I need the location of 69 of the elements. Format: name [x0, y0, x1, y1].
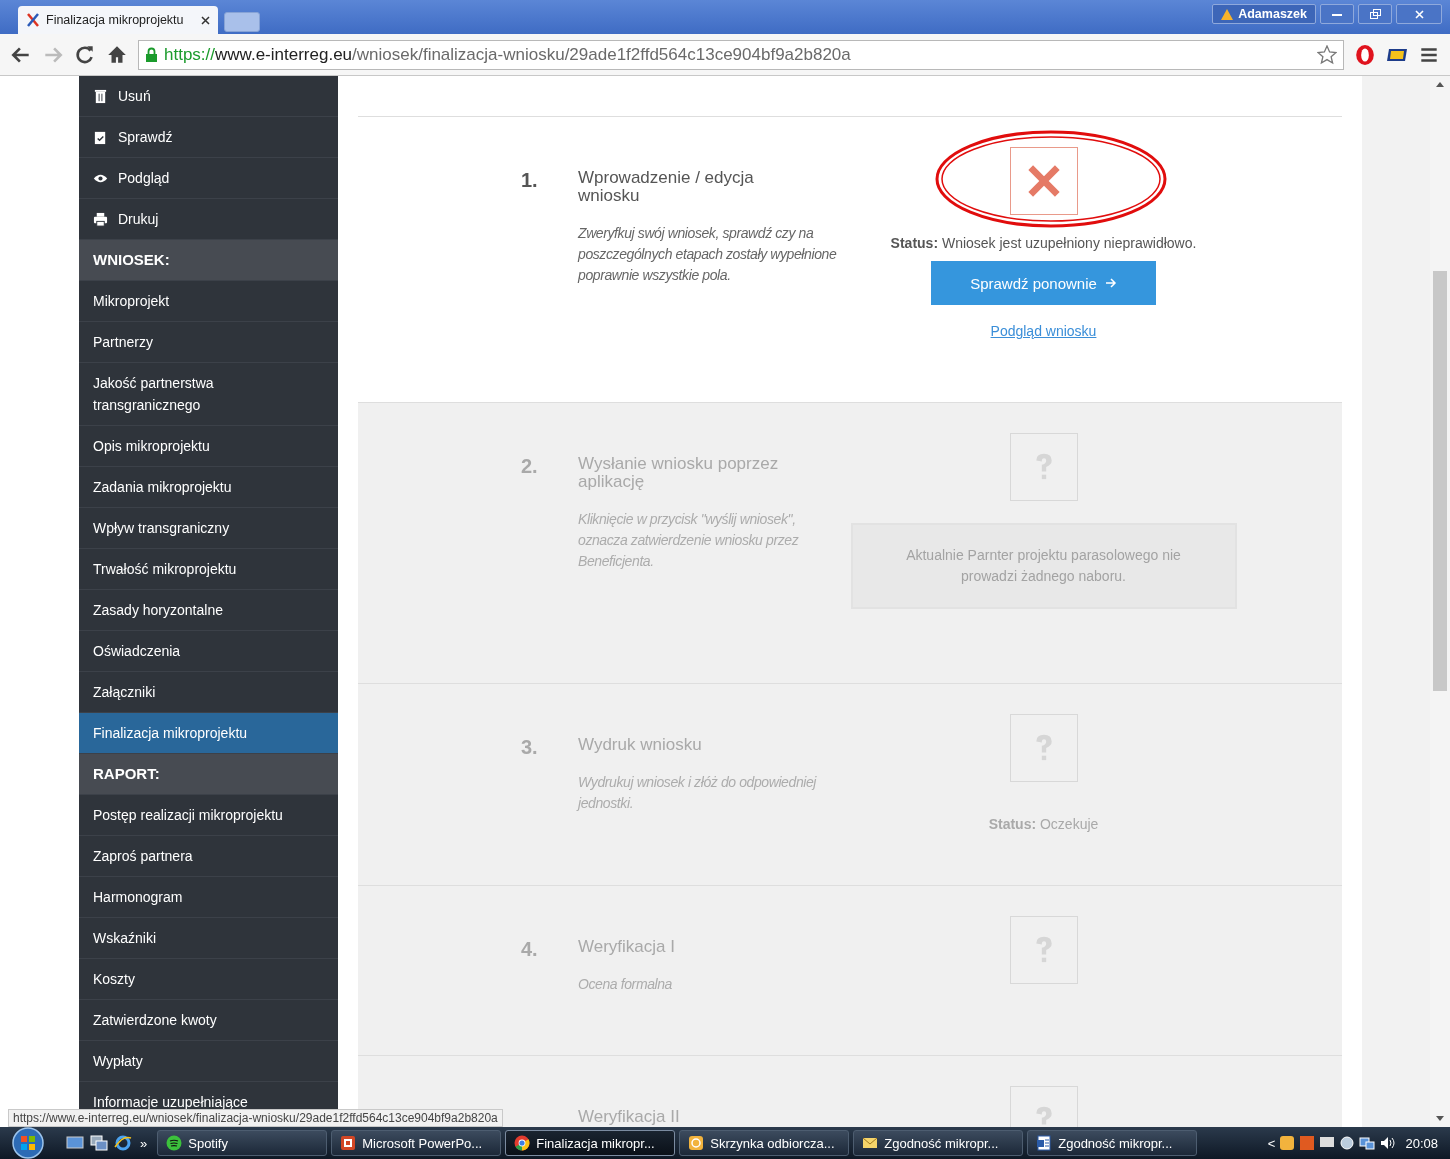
step-title: Wysłanie wniosku poprzez aplikację: [578, 455, 780, 491]
step-title: Weryfikacja I: [578, 938, 676, 956]
status-text: Status: Oczekuje: [988, 816, 1099, 832]
taskbar-item[interactable]: Finalizacja mikropr...: [505, 1130, 676, 1156]
x-logo-icon: [26, 13, 40, 27]
step-number: 4.: [521, 938, 539, 962]
browser-icon: [514, 1135, 531, 1151]
step-description: Zweryfkuj swój wniosek, sprawdź czy na poszczególnych etapach zostały wypełnione poprawnie wszystkie pola.: [578, 224, 838, 285]
scroll-down-icon[interactable]: [1436, 1116, 1444, 1121]
browser-tab[interactable]: Finalizacja mikroprojektu: [18, 6, 218, 34]
extension-ring-icon[interactable]: [1354, 43, 1376, 66]
status-text: Status: Wniosek jest uzupełniony nieprawidłowo.: [890, 235, 1197, 251]
tray-expand-arrow[interactable]: <: [1267, 1135, 1276, 1151]
profile-button[interactable]: Adamaszek: [1212, 4, 1316, 24]
document-icon: [1036, 1135, 1053, 1151]
close-icon: [1414, 9, 1424, 19]
close-window-button[interactable]: [1396, 4, 1442, 24]
taskbar-item[interactable]: Zgodność mikropr...: [1027, 1130, 1198, 1156]
ie-browser-icon[interactable]: [114, 1135, 132, 1151]
step-number: 1.: [521, 169, 539, 193]
step-title: Wprowadzenie / edycja wniosku: [578, 169, 755, 205]
taskbar-item[interactable]: Zgodność mikropr...: [853, 1130, 1024, 1156]
notice-box: Aktualnie Parnter projektu parasolowego nie prowadzi żadnego naboru.: [850, 523, 1237, 609]
arrow-right-icon: [1104, 277, 1117, 289]
sidebar-item[interactable]: Finalizacja mikroprojektu: [79, 713, 338, 754]
scroll-up-icon[interactable]: [1436, 82, 1444, 87]
tray-app-icon[interactable]: [1279, 1135, 1296, 1151]
taskbar-item[interactable]: Microsoft PowerPo...: [331, 1130, 502, 1156]
step-description: Ocena formalna: [578, 975, 673, 994]
sidebar-action[interactable]: Sprawdź: [79, 117, 338, 158]
network-icon[interactable]: [1359, 1135, 1376, 1151]
tray-app-icon[interactable]: [1299, 1135, 1316, 1151]
lock-icon: [145, 46, 158, 63]
warning-icon: [1221, 8, 1234, 20]
reload-icon[interactable]: [74, 43, 96, 66]
bookmark-star-icon[interactable]: [1317, 44, 1337, 65]
sidebar-section-header: WNIOSEK:: [79, 240, 338, 281]
minimize-button[interactable]: [1320, 4, 1354, 24]
circle-icon[interactable]: [1339, 1135, 1356, 1151]
step-description: Wydrukuj wniosek i złóż do odpowiedniej jednostki.: [578, 773, 818, 813]
taskbar-item[interactable]: Spotify: [157, 1130, 328, 1156]
printer-icon: [93, 211, 108, 227]
address-bar[interactable]: https://www.e-interreg.eu/wniosek/finalizacja-wniosku/29ade1f2ffd564c13ce904bf9a2b820a: [138, 39, 1344, 70]
step-description: Kliknięcie w przycisk "wyślij wniosek", oznacza zatwierdzenie wniosku przez Beneficjenta.: [578, 510, 800, 571]
presentation-app-icon: [340, 1135, 357, 1151]
speaker-icon[interactable]: [1379, 1135, 1396, 1151]
restore-button[interactable]: [1358, 4, 1392, 24]
link-status-tooltip: https://www.e-interreg.eu/wniosek/finalizacja-wniosku/29ade1f2ffd564c13ce904bf9a2b820a: [8, 1109, 503, 1127]
restore-icon: [1369, 9, 1381, 19]
clock[interactable]: 20:08: [1405, 1135, 1438, 1151]
desktop-icon[interactable]: [66, 1135, 84, 1151]
envelope-icon: [862, 1135, 879, 1151]
preview-link[interactable]: Podgląd wniosku: [990, 323, 1097, 339]
close-icon[interactable]: [201, 15, 210, 25]
sidebar-action[interactable]: Usuń: [79, 76, 338, 117]
window-switch-icon[interactable]: [90, 1135, 108, 1151]
trash-icon: [93, 88, 108, 104]
sidebar-section-header: RAPORT:: [79, 754, 338, 795]
step-title: Weryfikacja II: [578, 1108, 681, 1126]
mail-app-icon: [688, 1135, 705, 1151]
minimize-icon: [1332, 12, 1342, 16]
music-app-icon: [166, 1135, 183, 1151]
taskbar-item[interactable]: Skrzynka odbiorcza...: [679, 1130, 850, 1156]
step-number: 2.: [521, 455, 539, 479]
scrollbar[interactable]: [1430, 76, 1450, 1127]
checklist-icon: [93, 129, 108, 145]
step-number: 3.: [521, 736, 539, 760]
step-title: Wydruk wniosku: [578, 736, 703, 754]
more-chevron[interactable]: »: [140, 1135, 148, 1151]
